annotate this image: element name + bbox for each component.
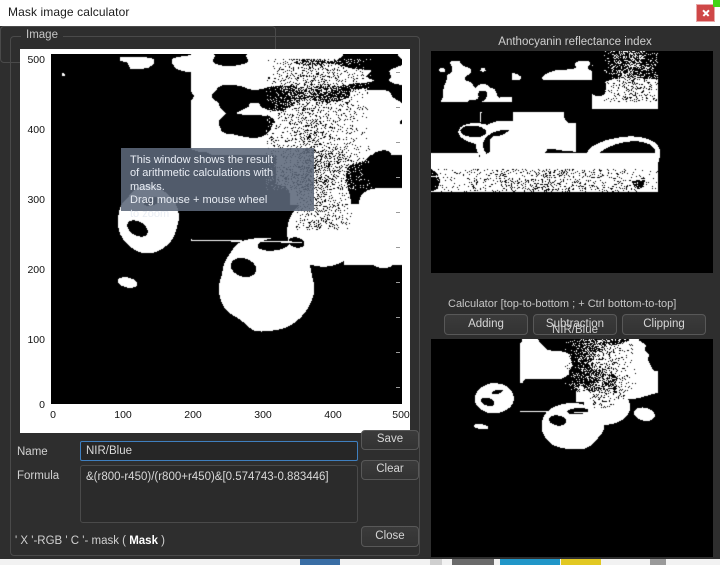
y-tick-500: 500 bbox=[27, 54, 45, 66]
status-emphasis: Mask bbox=[129, 535, 158, 547]
title-bar: Mask image calculator bbox=[0, 0, 720, 26]
nirblue-canvas[interactable] bbox=[431, 339, 713, 557]
anthocyanin-panel-title: Anthocyanin reflectance index bbox=[498, 36, 652, 48]
status-prefix: ' X '-RGB ' C '- mask ( bbox=[15, 535, 130, 547]
taskbar-chip-2 bbox=[430, 559, 442, 565]
y-tick-100: 100 bbox=[27, 334, 45, 346]
name-label: Name bbox=[17, 446, 48, 458]
calculator-groupbox-title: Calculator [top-to-bottom ; + Ctrl botto… bbox=[444, 298, 681, 310]
window-title: Mask image calculator bbox=[8, 5, 130, 19]
mask-image-calculator-window: Mask image calculator Image 500 400 300 … bbox=[0, 0, 720, 565]
close-button[interactable]: Close bbox=[361, 526, 419, 547]
x-tick-200: 200 bbox=[184, 409, 202, 421]
y-tick-400: 400 bbox=[27, 124, 45, 136]
x-tick-500: 500 bbox=[392, 409, 410, 421]
taskbar-chip-3 bbox=[452, 559, 494, 565]
right-minor-ticks bbox=[60, 54, 400, 404]
x-tick-400: 400 bbox=[324, 409, 342, 421]
image-groupbox-title: Image bbox=[21, 29, 63, 41]
image-raster[interactable]: This window shows the result of arithmet… bbox=[51, 54, 402, 404]
taskbar-chip-1 bbox=[300, 559, 340, 565]
formula-label: Formula bbox=[17, 470, 60, 482]
x-tick-100: 100 bbox=[114, 409, 132, 421]
corner-indicator bbox=[713, 0, 720, 7]
clear-button[interactable]: Clear bbox=[361, 460, 419, 480]
save-button[interactable]: Save bbox=[361, 430, 419, 450]
nirblue-panel-title: NIR/Blue bbox=[551, 324, 599, 336]
formula-input[interactable] bbox=[80, 465, 358, 523]
y-tick-300: 300 bbox=[27, 194, 45, 206]
name-input[interactable] bbox=[80, 441, 358, 461]
taskbar-chip-4 bbox=[500, 559, 560, 565]
status-text: ' X '-RGB ' C '- mask ( Mask ) bbox=[15, 535, 165, 547]
x-tick-300: 300 bbox=[254, 409, 272, 421]
taskbar-chip-5 bbox=[561, 559, 601, 565]
image-plot[interactable]: 500 400 300 200 100 0 This window shows … bbox=[20, 49, 410, 433]
image-groupbox: Image 500 400 300 200 100 0 This window … bbox=[10, 29, 420, 556]
anthocyanin-canvas[interactable] bbox=[431, 51, 713, 273]
nirblue-thumbnail[interactable] bbox=[431, 339, 713, 557]
window-body: Image 500 400 300 200 100 0 This window … bbox=[0, 26, 720, 565]
status-suffix: ) bbox=[157, 535, 166, 547]
taskbar-chip-6 bbox=[650, 559, 666, 565]
anthocyanin-thumbnail[interactable] bbox=[431, 51, 713, 273]
desktop-taskbar-sliver bbox=[0, 559, 720, 565]
x-tick-0: 0 bbox=[50, 409, 56, 421]
y-tick-200: 200 bbox=[27, 264, 45, 276]
y-tick-0: 0 bbox=[39, 399, 45, 411]
